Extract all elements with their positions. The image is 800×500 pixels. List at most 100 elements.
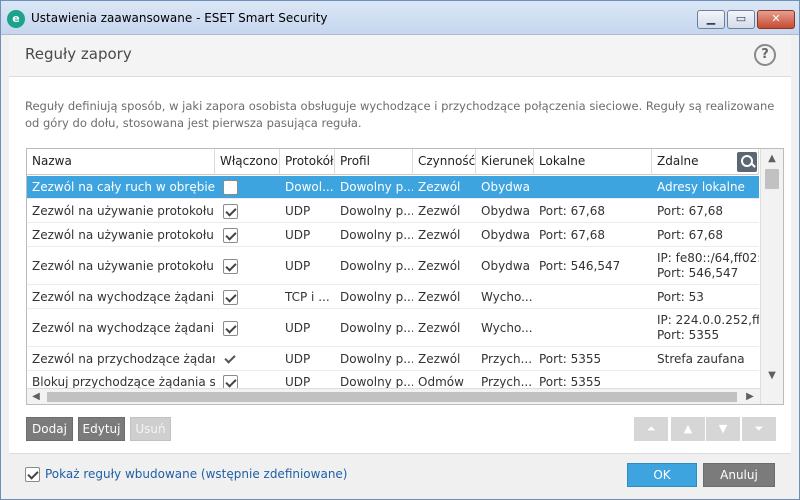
profile-cell: Dowolny p... — [340, 290, 413, 304]
enabled-cell — [215, 309, 280, 347]
horizontal-scrollbar[interactable]: ◀ ▶ — [27, 388, 760, 404]
rule-enabled-checkbox[interactable] — [223, 352, 238, 367]
action-cell: Zezwól — [418, 352, 461, 366]
local-cell: Port: 67,68 — [539, 228, 605, 242]
close-button[interactable]: ✕ — [757, 10, 795, 29]
protocol-cell: TCP i ... — [285, 290, 330, 304]
remote-cell: Port: 53 — [657, 290, 704, 304]
name-cell: Zezwól na używanie protokołu ... — [32, 228, 215, 242]
local-cell: Port: 67,68 — [539, 204, 605, 218]
column-header[interactable]: Profil — [335, 149, 413, 175]
table-row[interactable]: Zezwól na wychodzące żądania ... TCP i ..… — [27, 285, 759, 309]
direction-cell: Przych... — [481, 352, 533, 366]
remote-address: IP: 224.0.0.252,ff02... — [657, 313, 759, 327]
column-header[interactable]: Czynność — [413, 149, 476, 175]
show-builtin-rules-label[interactable]: Pokaż reguły wbudowane (wstępnie zdefini… — [45, 467, 348, 481]
table-row[interactable]: Zezwól na używanie protokołu ... UDP Dowol… — [27, 247, 759, 285]
action-cell: Zezwól — [418, 228, 461, 242]
remote-cell: IP: fe80::/64,ff02::/64Port: 546,547 — [652, 247, 759, 285]
rule-enabled-checkbox[interactable] — [223, 180, 238, 195]
local-cell — [534, 309, 652, 347]
table-row[interactable]: Zezwól na cały ruch w obrębie k... Dowol.… — [27, 176, 759, 199]
direction-cell: Obydwa — [481, 180, 530, 194]
protocol-cell: Dowol... — [285, 180, 334, 194]
rule-enabled-checkbox[interactable] — [223, 290, 238, 305]
column-header[interactable]: Kierunek — [476, 149, 534, 175]
column-header[interactable]: Protokół — [280, 149, 335, 175]
action-cell: Zezwól — [418, 290, 461, 304]
remote-port: Port: 546,547 — [657, 266, 739, 280]
profile-cell: Dowolny p... — [340, 204, 413, 218]
table-row[interactable]: Zezwól na przychodzące żądan... UDP Dowoln… — [27, 347, 759, 371]
local-cell — [534, 176, 652, 199]
enabled-cell — [215, 199, 280, 223]
move-up-button[interactable]: ▲ — [671, 417, 705, 441]
remote-cell: Strefa zaufana — [657, 352, 745, 366]
remove-button[interactable]: Usuń — [130, 417, 171, 441]
title-bar[interactable]: e Ustawienia zaawansowane - ESET Smart S… — [1, 1, 799, 35]
search-icon[interactable] — [737, 152, 757, 172]
remote-cell: IP: 224.0.0.252,ff02...Port: 5355 — [652, 309, 759, 347]
move-top-button[interactable]: ⏶ — [634, 417, 668, 441]
name-cell: Zezwól na używanie protokołu ... — [32, 204, 215, 218]
scroll-up-icon[interactable]: ▲ — [761, 150, 783, 168]
remote-cell: Adresy lokalne — [657, 180, 745, 194]
page-title: Reguły zapory — [25, 45, 132, 63]
direction-cell: Obydwa — [481, 228, 530, 242]
eset-logo-icon: e — [7, 10, 25, 28]
show-builtin-rules-checkbox[interactable] — [25, 467, 40, 482]
scroll-down-icon[interactable]: ▼ — [761, 367, 783, 385]
table-header: Zdalne Lokalne Kierunek Czynność Profil Proto… — [27, 149, 759, 175]
table-row[interactable]: Zezwól na wychodzące żądania ... UDP Dowol… — [27, 309, 759, 347]
horizontal-scroll-thumb[interactable] — [47, 392, 737, 402]
action-cell: Zezwól — [418, 321, 461, 335]
page-header: Reguły zapory ? — [9, 35, 791, 77]
page-description: Reguły definiują sposób, w jaki zapora o… — [25, 99, 775, 130]
table-row[interactable]: Zezwól na używanie protokołu ... UDP Dowol… — [27, 223, 759, 247]
window-title: Ustawienia zaawansowane - ESET Smart Sec… — [31, 11, 328, 25]
protocol-cell: UDP — [285, 352, 311, 366]
profile-cell: Dowolny p... — [340, 321, 413, 335]
remote-cell: Port: 67,68 — [657, 228, 723, 242]
cancel-button[interactable]: Anuluj — [703, 463, 775, 487]
remote-port: Port: 5355 — [657, 328, 720, 342]
name-cell: Zezwól na używanie protokołu ... — [32, 259, 215, 273]
name-cell: Zezwól na wychodzące żądania ... — [32, 321, 215, 335]
profile-cell: Dowolny p... — [340, 259, 413, 273]
scroll-right-icon[interactable]: ▶ — [741, 389, 759, 404]
rules-table: Zdalne Lokalne Kierunek Czynność Profil Proto… — [26, 148, 784, 405]
vertical-scrollbar[interactable]: ▲ ▼ — [760, 149, 783, 404]
profile-cell: Dowolny p... — [340, 180, 413, 194]
direction-cell: Obydwa — [481, 259, 530, 273]
direction-cell: Wycho... — [481, 290, 533, 304]
enabled-cell — [215, 347, 280, 371]
help-icon[interactable]: ? — [754, 44, 776, 66]
rule-enabled-checkbox[interactable] — [223, 259, 238, 274]
column-header[interactable]: Włączono — [215, 149, 280, 175]
rule-enabled-checkbox[interactable] — [223, 228, 238, 243]
rule-enabled-checkbox[interactable] — [223, 321, 238, 336]
table-row[interactable]: Zezwól na używanie protokołu ... UDP Dowol… — [27, 199, 759, 223]
rule-enabled-checkbox[interactable] — [223, 204, 238, 219]
move-down-button[interactable]: ▼ — [706, 417, 740, 441]
action-cell: Zezwól — [418, 259, 461, 273]
protocol-cell: UDP — [285, 204, 311, 218]
edit-button[interactable]: Edytuj — [78, 417, 125, 441]
move-bottom-button[interactable]: ⏷ — [742, 417, 776, 441]
local-cell: Port: 5355 — [539, 352, 602, 366]
scroll-left-icon[interactable]: ◀ — [27, 389, 45, 404]
protocol-cell: UDP — [285, 321, 311, 335]
vertical-scroll-thumb[interactable] — [765, 169, 779, 189]
column-header[interactable]: Nazwa — [27, 149, 215, 175]
profile-cell: Dowolny p... — [340, 352, 413, 366]
remote-cell: Port: 67,68 — [657, 204, 723, 218]
column-header[interactable]: Lokalne — [534, 149, 652, 175]
maximize-button[interactable]: ▭ — [727, 10, 755, 29]
minimize-button[interactable]: ▁ — [697, 10, 725, 29]
ok-button[interactable]: OK — [627, 463, 697, 487]
direction-cell: Obydwa — [481, 204, 530, 218]
action-cell: Zezwól — [418, 204, 461, 218]
profile-cell: Dowolny p... — [340, 228, 413, 242]
add-button[interactable]: Dodaj — [26, 417, 73, 441]
local-cell: Port: 546,547 — [539, 259, 621, 273]
